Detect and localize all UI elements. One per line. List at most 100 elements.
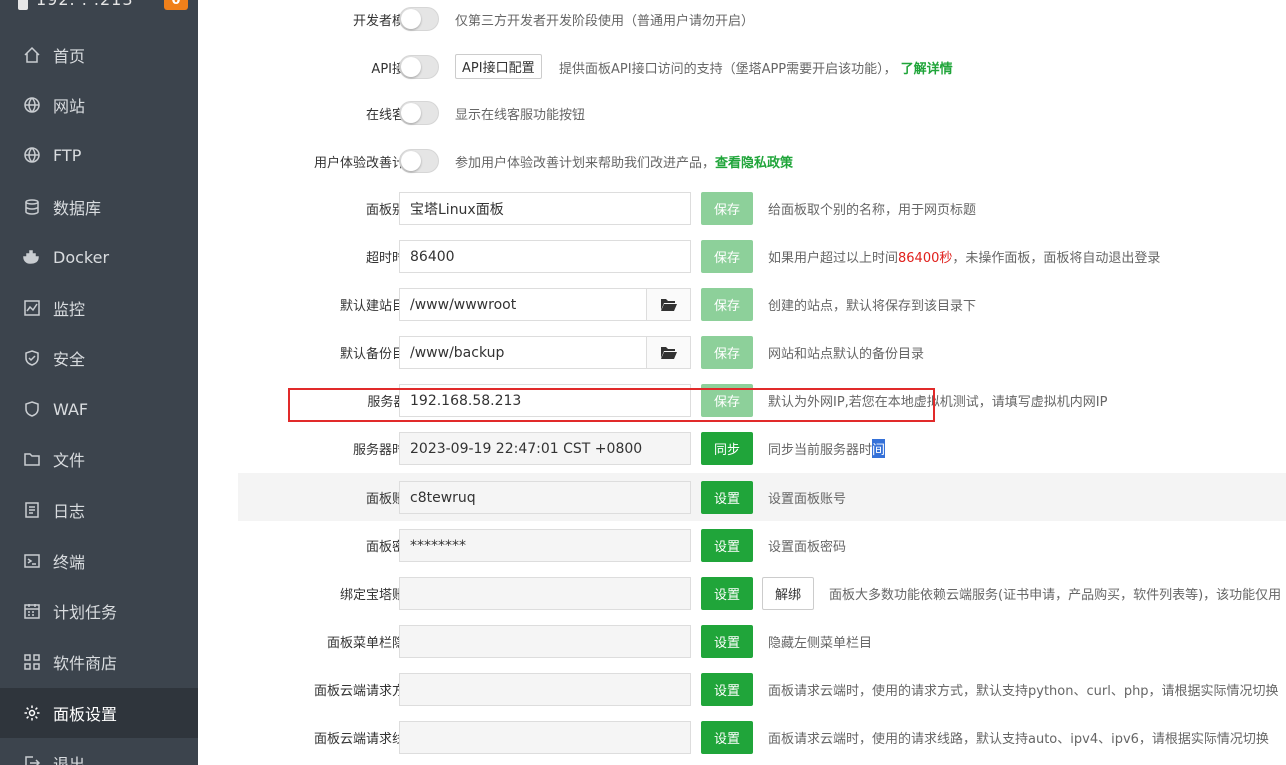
cloud-route-set-button[interactable]: 设置 xyxy=(701,721,753,754)
panel-password-set-button[interactable]: 设置 xyxy=(701,529,753,562)
sidebar-item-panel-settings[interactable]: 面板设置 xyxy=(0,688,198,738)
sidebar-item-ftp[interactable]: FTP xyxy=(0,130,198,180)
shield-icon xyxy=(23,349,41,367)
timeout-input[interactable]: 86400 xyxy=(399,240,691,273)
waf-shield-icon xyxy=(23,400,41,418)
sidebar-item-label: 数据库 xyxy=(53,199,102,218)
sidebar-item-label: 安全 xyxy=(53,350,86,369)
setting-desc: 面板请求云端时，使用的请求方式，默认支持python、curl、php，请根据实… xyxy=(768,683,1279,699)
sidebar-item-app-store[interactable]: 软件商店 xyxy=(0,637,198,687)
sidebar-item-logout[interactable]: 退出 xyxy=(0,738,198,765)
timeout-desc-pre: 如果用户超过以上时间 xyxy=(768,250,899,266)
menu-hide-set-button[interactable]: 设置 xyxy=(701,625,753,658)
api-config-button[interactable]: API接口配置 xyxy=(455,54,542,79)
setting-desc: 设置面板密码 xyxy=(768,539,847,555)
api-details-link[interactable]: 了解详情 xyxy=(901,58,953,77)
setting-ux-plan: 用户体验改善计划 参加用户体验改善计划来帮助我们改进产品， 查看隐私政策 xyxy=(238,137,1286,185)
site-dir-input[interactable]: /www/wwwroot xyxy=(399,288,647,321)
timeout-desc-post: ，未操作面板，面板将自动退出登录 xyxy=(952,250,1161,266)
monitor-icon xyxy=(23,299,41,317)
panel-alias-input[interactable]: 宝塔Linux面板 xyxy=(399,192,691,225)
folder-icon xyxy=(23,450,41,468)
sidebar-item-logs[interactable]: 日志 xyxy=(0,485,198,535)
setting-desc: 同步当前服务器时间 xyxy=(768,424,886,472)
sidebar-item-terminal[interactable]: 终端 xyxy=(0,536,198,586)
setting-desc: 提供面板API接口访问的支持（堡塔APP需要开启该功能）， 了解详情 xyxy=(559,43,953,91)
setting-desc: 隐藏左侧菜单栏目 xyxy=(768,635,873,651)
sidebar-item-database[interactable]: 数据库 xyxy=(0,182,198,232)
sidebar-item-label: 文件 xyxy=(53,451,86,470)
setting-panel-alias: 面板别名 宝塔Linux面板 保存 给面板取个别的名称，用于网页标题 xyxy=(238,184,1286,232)
database-icon xyxy=(23,198,41,216)
sync-time-button[interactable]: 同步 xyxy=(701,432,753,465)
setting-desc: 显示在线客服功能按钮 xyxy=(455,107,586,123)
setting-desc: 面板请求云端时，使用的请求线路，默认支持auto、ipv4、ipv6，请根据实际… xyxy=(768,731,1269,747)
sidebar-item-label: 软件商店 xyxy=(53,654,118,673)
sidebar-item-cron[interactable]: 计划任务 xyxy=(0,586,198,636)
sidebar-item-files[interactable]: 文件 xyxy=(0,434,198,484)
setting-api: API接口 API接口配置 提供面板API接口访问的支持（堡塔APP需要开启该功… xyxy=(238,43,1286,91)
unbind-button[interactable]: 解绑 xyxy=(762,577,814,610)
sidebar-item-label: 终端 xyxy=(53,553,86,572)
sidebar-item-label: Docker xyxy=(53,247,110,267)
site-dir-browse-button[interactable] xyxy=(647,288,691,321)
terminal-icon xyxy=(23,552,41,570)
notification-badge[interactable]: 0 xyxy=(164,0,188,10)
timeout-desc-value: 86400秒 xyxy=(898,250,953,266)
sidebar-item-home[interactable]: 首页 xyxy=(0,30,198,80)
panel-alias-save-button[interactable]: 保存 xyxy=(701,192,753,225)
sidebar-item-label: WAF xyxy=(53,399,89,419)
cloud-method-input xyxy=(399,673,691,706)
panel-account-set-button[interactable]: 设置 xyxy=(701,481,753,514)
sidebar-item-label: 网站 xyxy=(53,97,86,116)
logout-icon xyxy=(23,754,41,765)
setting-desc: 参加用户体验改善计划来帮助我们改进产品， 查看隐私政策 xyxy=(455,137,793,185)
gear-icon xyxy=(23,704,41,722)
docker-icon xyxy=(23,248,41,266)
sidebar-item-docker[interactable]: Docker xyxy=(0,232,198,282)
server-ip-save-button[interactable]: 保存 xyxy=(701,384,753,417)
setting-desc: 如果用户超过以上时间 86400秒 ，未操作面板，面板将自动退出登录 xyxy=(768,232,1160,280)
server-ip-label: 192. . .213 xyxy=(36,0,134,9)
panel-password-input: ******** xyxy=(399,529,691,562)
ux-plan-desc-text: 参加用户体验改善计划来帮助我们改进产品， xyxy=(455,155,716,171)
sidebar-item-monitor[interactable]: 监控 xyxy=(0,283,198,333)
sidebar-item-label: 退出 xyxy=(53,755,86,765)
globe-icon xyxy=(23,96,41,114)
sidebar-item-waf[interactable]: WAF xyxy=(0,384,198,434)
server-time-input: 2023-09-19 22:47:01 CST +0800 xyxy=(399,432,691,465)
site-dir-save-button[interactable]: 保存 xyxy=(701,288,753,321)
cloud-method-set-button[interactable]: 设置 xyxy=(701,673,753,706)
server-ip-input[interactable]: 192.168.58.213 xyxy=(399,384,691,417)
sidebar-item-website[interactable]: 网站 xyxy=(0,80,198,130)
setting-desc: 设置面板账号 xyxy=(768,491,847,507)
sidebar: 192. . .213 0 首页 网站 FTP 数据库 Docker 监控 安全… xyxy=(0,0,198,765)
folder-open-icon xyxy=(660,299,677,311)
api-toggle[interactable] xyxy=(399,55,439,79)
dev-mode-toggle[interactable] xyxy=(399,7,439,31)
setting-server-time: 服务器时间 2023-09-19 22:47:01 CST +0800 同步 同… xyxy=(238,424,1286,472)
api-desc-text: 提供面板API接口访问的支持（堡塔APP需要开启该功能）， xyxy=(559,61,897,77)
setting-menu-hide: 面板菜单栏隐藏 设置 隐藏左侧菜单栏目 xyxy=(238,617,1286,665)
backup-dir-browse-button[interactable] xyxy=(647,336,691,369)
setting-desc: 网站和站点默认的备份目录 xyxy=(768,346,925,362)
cloud-route-input xyxy=(399,721,691,754)
server-time-desc-pre: 同步当前服务器时 xyxy=(768,442,873,458)
sidebar-item-security[interactable]: 安全 xyxy=(0,333,198,383)
setting-panel-account: 面板账号 c8tewruq 设置 设置面板账号 xyxy=(238,473,1286,521)
ux-plan-toggle[interactable] xyxy=(399,149,439,173)
setting-online-service: 在线客服 显示在线客服功能按钮 xyxy=(238,89,1286,137)
folder-open-icon xyxy=(660,347,677,359)
bind-account-input xyxy=(399,577,691,610)
timeout-save-button[interactable]: 保存 xyxy=(701,240,753,273)
setting-server-ip: 服务器IP 192.168.58.213 保存 默认为外网IP,若您在本地虚拟机… xyxy=(238,376,1286,424)
sidebar-item-label: 面板设置 xyxy=(53,705,118,724)
home-icon xyxy=(23,46,41,64)
online-service-toggle[interactable] xyxy=(399,101,439,125)
sidebar-item-label: 计划任务 xyxy=(53,603,118,622)
backup-dir-input[interactable]: /www/backup xyxy=(399,336,647,369)
privacy-policy-link[interactable]: 查看隐私政策 xyxy=(715,152,793,171)
bind-account-set-button[interactable]: 设置 xyxy=(701,577,753,610)
globe-icon xyxy=(23,146,41,164)
backup-dir-save-button[interactable]: 保存 xyxy=(701,336,753,369)
